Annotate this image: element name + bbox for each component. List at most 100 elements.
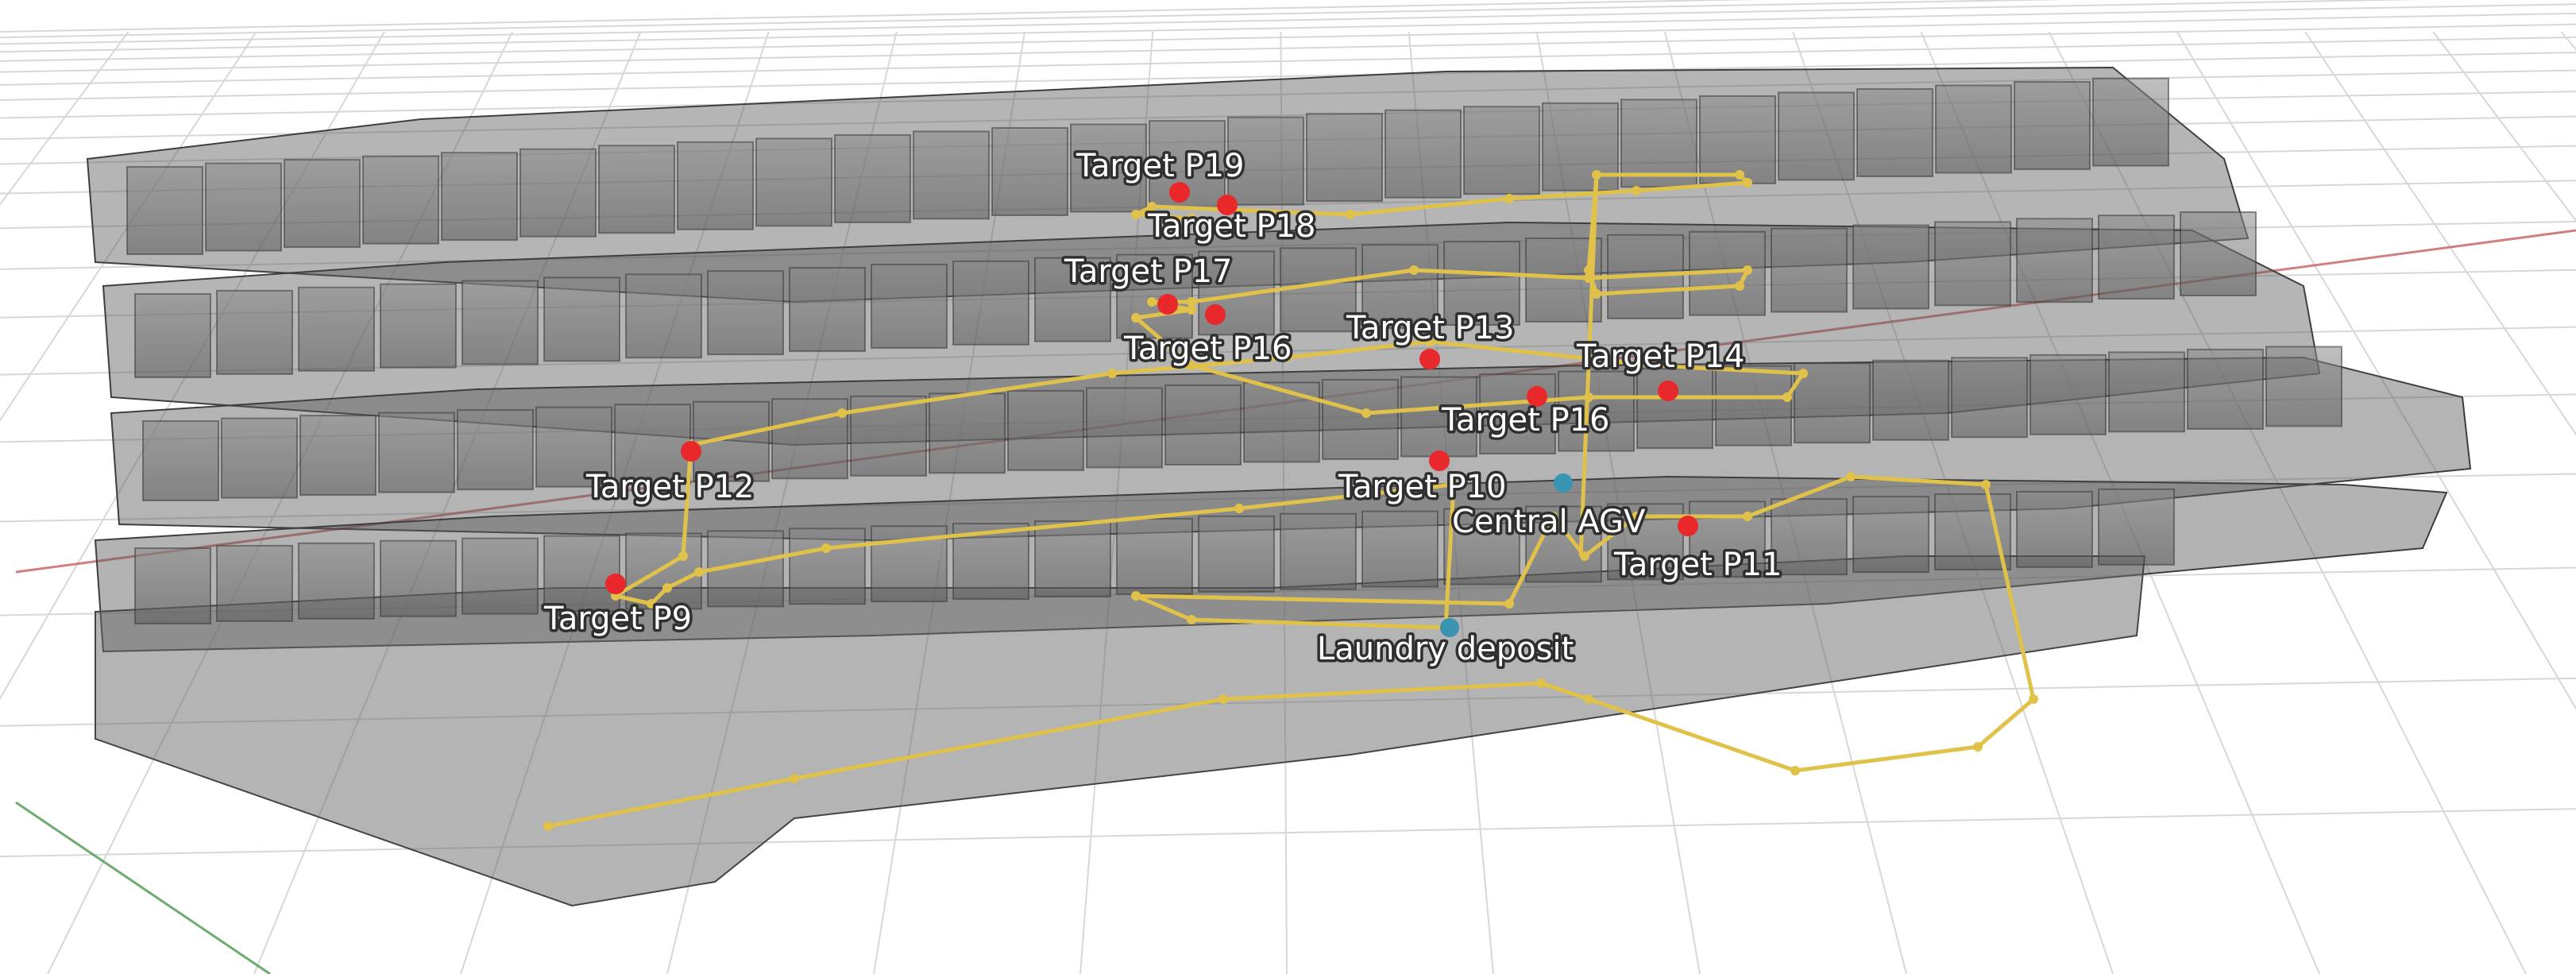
room-box — [134, 547, 211, 624]
room-box — [126, 166, 203, 255]
room-box — [378, 412, 455, 493]
room-box — [789, 528, 866, 605]
route-node — [662, 583, 672, 593]
room-box — [298, 286, 375, 372]
room-box — [2098, 488, 2175, 566]
room-box — [1715, 365, 1792, 446]
room-box — [284, 159, 361, 249]
room-box — [1934, 493, 2011, 571]
room-box — [2030, 354, 2107, 435]
route-node — [1798, 369, 1808, 378]
route-node — [1632, 186, 1641, 195]
room-box — [205, 162, 282, 252]
route-node — [1790, 766, 1800, 775]
room-box — [2265, 346, 2342, 427]
room-box — [913, 130, 990, 220]
target-marker-p17 — [1157, 294, 1178, 315]
label-target-p17: Target P17 — [1064, 253, 1232, 290]
room-box — [1856, 87, 1933, 177]
label-target-p9: Target P9 — [543, 601, 692, 637]
route-node — [1735, 281, 1744, 291]
room-box — [216, 289, 293, 375]
room-box — [2180, 211, 2257, 296]
label-target-p16-upper: Target P16 — [1123, 330, 1292, 367]
label-target-p12: Target P12 — [585, 469, 754, 505]
route-node — [1107, 369, 1117, 378]
route-node — [1361, 408, 1371, 418]
target-marker-p16a — [1205, 304, 1226, 325]
room-box — [462, 537, 539, 615]
room-box — [929, 392, 1006, 474]
route-node — [1536, 678, 1546, 688]
room-box — [1164, 384, 1242, 466]
label-target-p16-lower: Target P16 — [1441, 402, 1609, 439]
room-box — [789, 267, 866, 353]
room-box — [2108, 351, 2185, 433]
room-box — [707, 270, 784, 356]
route-node — [1735, 170, 1744, 180]
label-target-p14: Target P14 — [1576, 338, 1744, 375]
grid-line — [2560, 31, 2576, 51]
route-node — [1592, 289, 1601, 299]
label-laundry-deposit: Laundry deposit — [1317, 631, 1574, 667]
route-node — [1131, 313, 1141, 323]
route-node — [1234, 504, 1244, 513]
room-box — [1872, 359, 1949, 441]
room-box — [362, 155, 439, 245]
room-box — [625, 273, 702, 359]
label-target-p10: Target P10 — [1338, 469, 1506, 505]
route-node — [1584, 265, 1593, 275]
room-box — [871, 263, 948, 349]
route-node — [1131, 591, 1141, 601]
station-marker-central — [1554, 473, 1573, 493]
label-target-p18: Target P18 — [1147, 208, 1315, 245]
grid-line — [0, 0, 1761, 33]
route-node — [1187, 615, 1196, 624]
room-box — [1198, 515, 1275, 593]
route-node — [678, 551, 688, 561]
target-marker-p19 — [1169, 182, 1190, 203]
room-box — [755, 137, 832, 227]
room-box — [1852, 224, 1929, 310]
room-box — [1951, 357, 2028, 439]
room-box — [1771, 227, 1848, 313]
route-node — [543, 821, 553, 831]
route-node — [1187, 297, 1196, 307]
route-node — [1504, 194, 1514, 203]
room-box — [1934, 221, 2011, 307]
route-node — [1584, 694, 1593, 704]
target-marker-p11 — [1678, 516, 1698, 536]
room-box — [1385, 109, 1462, 199]
route-node — [1346, 210, 1355, 219]
route-node — [1973, 742, 1983, 752]
route-node — [1580, 551, 1589, 561]
y-axis-line — [15, 801, 271, 974]
route-node — [1743, 178, 1752, 187]
room-box — [1243, 381, 1320, 463]
room-box — [1361, 510, 1439, 588]
room-box — [380, 283, 457, 369]
room-box — [771, 398, 848, 480]
room-box — [1771, 498, 1848, 576]
label-target-p19: Target P19 — [1076, 148, 1244, 184]
route-node — [1131, 210, 1141, 219]
route-node — [694, 567, 704, 577]
room-box — [952, 260, 1029, 346]
room-box — [2016, 490, 2093, 568]
target-marker-p12 — [681, 441, 701, 462]
room-box — [1034, 520, 1111, 598]
label-target-p13: Target P13 — [1346, 310, 1514, 346]
room-box — [625, 532, 702, 610]
label-target-p11: Target P11 — [1613, 547, 1782, 583]
room-box — [457, 409, 534, 491]
room-box — [441, 152, 518, 242]
room-box — [2016, 218, 2093, 303]
room-box — [2187, 348, 2264, 430]
room-box — [380, 539, 457, 617]
building-3d-viewport[interactable]: Target P19 Target P18 Target P17 Target … — [0, 0, 2576, 974]
room-box — [1322, 379, 1399, 461]
room-box — [677, 141, 754, 230]
route-node — [1584, 392, 1593, 402]
route-node — [1743, 265, 1752, 275]
room-box — [1280, 512, 1357, 590]
